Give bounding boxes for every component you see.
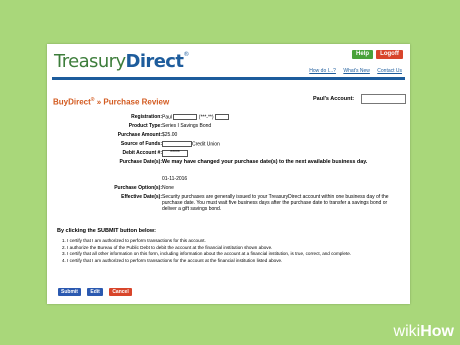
registration-name-mask bbox=[173, 114, 198, 120]
purchase-amount-value: $25.00 bbox=[162, 132, 178, 138]
how-do-i-link[interactable]: How do I...? bbox=[309, 68, 336, 74]
action-buttons: Submit Edit Cancel bbox=[58, 280, 134, 298]
contact-us-link[interactable]: Contact Us bbox=[377, 68, 402, 74]
logoff-button[interactable]: Logoff bbox=[376, 50, 403, 59]
help-button[interactable]: Help bbox=[352, 50, 373, 59]
product-type-value: Series I Savings Bond bbox=[162, 123, 212, 129]
treasury-direct-logo[interactable]: TreasuryDirect® bbox=[54, 51, 189, 72]
account-label: Paul's Account: bbox=[313, 96, 355, 102]
top-links: How do I...? What's New Contact Us bbox=[303, 68, 402, 74]
registration-ssn-mask bbox=[214, 114, 229, 120]
logo-trademark: ® bbox=[183, 51, 189, 58]
header-divider bbox=[52, 77, 405, 80]
whats-new-link[interactable]: What's New bbox=[343, 68, 370, 74]
debit-account-value: ***** bbox=[162, 150, 402, 157]
page-title: BuyDirect® » Purchase Review bbox=[53, 97, 169, 107]
wikihow-watermark: wikiHow bbox=[394, 323, 454, 341]
registration-value: Paul (***-**) bbox=[162, 114, 402, 120]
watermark-wiki: wiki bbox=[393, 323, 421, 340]
submit-button[interactable]: Submit bbox=[58, 288, 81, 296]
registration-label: Registration: bbox=[131, 114, 162, 120]
purchase-options-value: None bbox=[162, 185, 174, 191]
source-of-funds-label: Source of Funds: bbox=[120, 141, 162, 147]
purchase-dates-notice: We may have changed your purchase date(s… bbox=[162, 159, 368, 165]
product-type-label: Product Type: bbox=[128, 123, 162, 129]
purchase-review-title: Purchase Review bbox=[103, 97, 170, 107]
source-of-funds-text: Credit Union bbox=[192, 141, 220, 148]
cancel-button[interactable]: Cancel bbox=[109, 288, 132, 296]
purchase-amount-label: Purchase Amount: bbox=[117, 132, 162, 138]
agreement-item-3: 3. I certify that all other information … bbox=[62, 251, 352, 257]
effective-dates-value: Security purchases are generally issued … bbox=[162, 194, 389, 212]
edit-button[interactable]: Edit bbox=[87, 288, 103, 296]
buydirect-brand: BuyDirect bbox=[53, 97, 91, 107]
debit-account-label: Debit Account #: bbox=[122, 150, 162, 156]
source-of-funds-mask bbox=[162, 141, 192, 147]
agreement-item-2: 2. I authorize the Bureau of the Public … bbox=[62, 244, 273, 250]
agreement-heading: By clicking the SUBMIT button below: bbox=[57, 228, 156, 234]
logo-part-direct: Direct bbox=[125, 51, 184, 72]
agreement-list: 1. I certify that I am authorized to per… bbox=[62, 238, 402, 264]
purchase-options-label: Purchase Option(s): bbox=[114, 185, 162, 191]
source-of-funds-value: Credit Union bbox=[162, 141, 402, 147]
treasury-direct-page: TreasuryDirect® Help Logoff How do I...?… bbox=[47, 44, 410, 304]
logo-part-treasury: Treasury bbox=[54, 51, 126, 72]
registration-ssn: (***-**) bbox=[198, 114, 214, 121]
agreement-item-4: 4. I certify that I am authorized to per… bbox=[62, 257, 283, 263]
purchase-dates-label: Purchase Date(s): bbox=[119, 159, 162, 165]
account-select[interactable] bbox=[361, 94, 406, 104]
debit-account-mask: ***** bbox=[162, 150, 188, 157]
agreement-item-1: 1. I certify that I am authorized to per… bbox=[62, 238, 206, 243]
effective-dates-label: Effective Date(s): bbox=[121, 194, 162, 200]
registration-name: Paul bbox=[162, 114, 173, 121]
watermark-how: How bbox=[420, 323, 454, 340]
purchase-date-value: 01-11-2016 bbox=[162, 176, 188, 182]
